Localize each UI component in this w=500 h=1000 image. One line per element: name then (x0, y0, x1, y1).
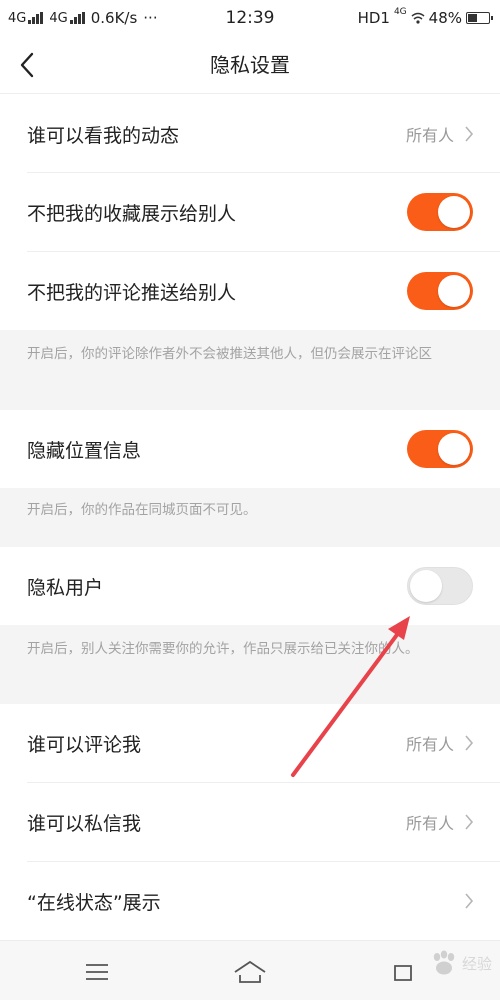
page-title: 隐私设置 (210, 53, 290, 77)
network-label-1: 4G (8, 10, 27, 26)
row-label: 隐私用户 (27, 576, 104, 599)
signal-icon (69, 12, 85, 24)
private-note: 开启后，别人关注你需要你的允许，作品只展示给已关注你的人。 (0, 625, 500, 704)
row-label: 隐藏位置信息 (27, 439, 142, 462)
menu-icon (86, 964, 108, 980)
paw-logo-icon (433, 950, 455, 975)
row-value: 所有人 (405, 735, 454, 754)
hide-favorites-toggle[interactable] (407, 193, 473, 231)
home-icon (234, 960, 266, 983)
row-hide-location: 隐藏位置信息 (0, 410, 500, 488)
battery-icon (466, 12, 493, 24)
row-label: “在线状态”展示 (27, 891, 161, 914)
back-nav-button[interactable] (386, 955, 420, 989)
row-hide-comments: 不把我的评论推送给别人 (0, 252, 500, 330)
chevron-right-icon (465, 735, 474, 751)
hide-location-toggle[interactable] (407, 430, 473, 468)
battery-percent: 48% (428, 9, 462, 27)
network-indicator-2: 4G (49, 10, 85, 26)
chevron-right-icon (465, 814, 474, 830)
comments-note: 开启后，你的评论除作者外不会被推送其他人，但仍会展示在评论区 (0, 330, 500, 410)
hd-network-label: 4G (393, 7, 407, 17)
toggle-knob (438, 433, 470, 465)
toggle-knob (438, 275, 470, 307)
row-who-can-comment[interactable]: 谁可以评论我 所有人 (0, 704, 500, 782)
row-online-status[interactable]: “在线状态”展示 (0, 862, 500, 940)
row-label: 不把我的评论推送给别人 (27, 281, 237, 304)
private-user-toggle[interactable] (407, 567, 473, 605)
row-value: 所有人 (405, 126, 454, 145)
system-nav-bar (0, 940, 500, 1000)
hd-label: HD1 (357, 9, 390, 27)
row-hide-favorites: 不把我的收藏展示给别人 (0, 173, 500, 251)
row-label: 不把我的收藏展示给别人 (27, 202, 237, 225)
status-right: HD1 4G 48% (357, 0, 493, 36)
row-private-user: 隐私用户 (0, 547, 500, 625)
hide-comments-toggle[interactable] (407, 272, 473, 310)
row-label: 谁可以看我的动态 (27, 124, 180, 147)
row-label: 谁可以私信我 (27, 812, 142, 835)
header-bar: 隐私设置 (0, 36, 500, 94)
chevron-right-icon (465, 893, 474, 909)
row-label: 谁可以评论我 (27, 733, 142, 756)
home-button[interactable] (233, 955, 267, 989)
toggle-knob (438, 196, 470, 228)
network-label-2: 4G (49, 10, 68, 26)
signal-icon (28, 12, 44, 24)
location-note: 开启后，你的作品在同城页面不可见。 (0, 488, 500, 547)
status-left: 4G 4G 0.6K/s ··· (8, 0, 158, 36)
network-speed: 0.6K/s (90, 9, 138, 27)
recent-apps-icon (394, 965, 412, 981)
status-bar: 4G 4G 0.6K/s ··· 12:39 HD1 4G 48% (0, 0, 500, 36)
watermark-text: 经验 (461, 954, 492, 973)
watermark: 经验 (429, 950, 492, 976)
row-who-can-see[interactable]: 谁可以看我的动态 所有人 (0, 95, 500, 173)
more-notifications-icon: ··· (143, 9, 158, 27)
row-who-can-message[interactable]: 谁可以私信我 所有人 (0, 783, 500, 861)
wifi-icon (411, 12, 425, 24)
chevron-right-icon (465, 126, 474, 142)
network-indicator-1: 4G (8, 10, 44, 26)
toggle-knob (410, 570, 442, 602)
menu-button[interactable] (80, 955, 114, 989)
row-value: 所有人 (405, 814, 454, 833)
